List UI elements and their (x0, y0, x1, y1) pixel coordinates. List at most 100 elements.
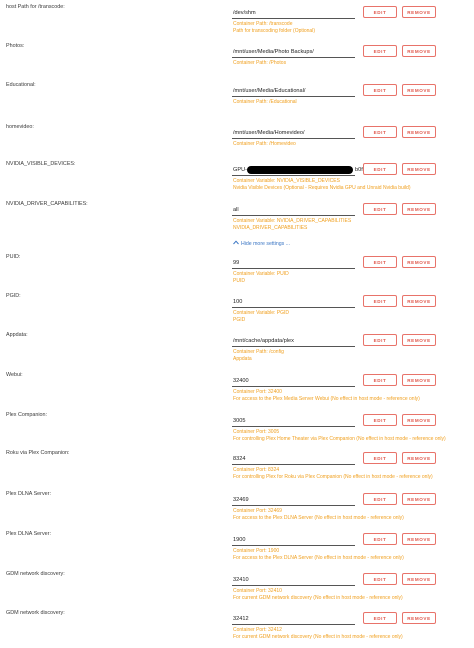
value-underline (232, 505, 355, 506)
remove-button[interactable]: REMOVE (402, 414, 436, 426)
setting-description: NVIDIA_DRIVER_CAPABILITIES (233, 224, 308, 231)
setting-row: Roku via Plex Companion: 8324 EDIT REMOVE Co… (0, 450, 474, 488)
edit-button[interactable]: EDIT (363, 533, 397, 545)
setting-row: Plex DLNA Server: 32469 EDIT REMOVE Containe… (0, 491, 474, 529)
setting-description: Nvidia Visible Devices (Optional - Requi… (233, 184, 411, 191)
hide-more-settings-link[interactable]: Hide more settings ... (233, 240, 290, 247)
value-underline (232, 624, 355, 625)
remove-button[interactable]: REMOVE (402, 84, 436, 96)
setting-row: GDM network discovery: 32412 EDIT REMOVE Con… (0, 610, 474, 648)
remove-button[interactable]: REMOVE (402, 374, 436, 386)
setting-description: Appdata (233, 355, 252, 362)
value-underline (232, 545, 355, 546)
setting-description: Path for transcoding folder (Optional) (233, 27, 315, 34)
setting-value-field[interactable]: all (233, 207, 239, 213)
setting-value-field[interactable]: /dev/shm (233, 10, 256, 16)
setting-label: NVIDIA_DRIVER_CAPABILITIES: (6, 201, 88, 207)
edit-button[interactable]: EDIT (363, 612, 397, 624)
edit-button[interactable]: EDIT (363, 493, 397, 505)
setting-value-field[interactable]: /mnt/user/Media/Homevideo/ (233, 130, 305, 136)
setting-value-field[interactable]: 32410 (233, 577, 249, 583)
edit-button[interactable]: EDIT (363, 6, 397, 18)
remove-button[interactable]: REMOVE (402, 612, 436, 624)
setting-row: homevideo: /mnt/user/Media/Homevideo/EDIT… (0, 124, 474, 162)
edit-button[interactable]: EDIT (363, 414, 397, 426)
edit-button[interactable]: EDIT (363, 295, 397, 307)
setting-value-field[interactable]: 32469 (233, 497, 249, 503)
setting-row: GDM network discovery: 32410 EDIT REMOVE Con… (0, 571, 474, 609)
setting-value-field[interactable]: 100 (233, 299, 242, 305)
value-underline (232, 138, 355, 139)
setting-row: NVIDIA_DRIVER_CAPABILITIES:all EDIT REMOVE… (0, 201, 474, 239)
remove-button[interactable]: REMOVE (402, 493, 436, 505)
edit-button[interactable]: EDIT (363, 203, 397, 215)
setting-value-field[interactable]: /mnt/cache/appdata/plex (233, 338, 294, 344)
setting-description: Container Path: /Photos (233, 60, 287, 66)
setting-label: Webui: (6, 372, 23, 378)
setting-value-field[interactable]: GPU- (233, 167, 247, 173)
remove-button[interactable]: REMOVE (402, 573, 436, 585)
setting-row: Photos: /mnt/user/Media/Photo Backups/EDI… (0, 43, 474, 81)
setting-label: Plex DLNA Server: (6, 531, 51, 537)
edit-button[interactable]: EDIT (363, 45, 397, 57)
remove-button[interactable]: REMOVE (402, 6, 436, 18)
edit-button[interactable]: EDIT (363, 84, 397, 96)
edit-button[interactable]: EDIT (363, 573, 397, 585)
edit-button[interactable]: EDIT (363, 163, 397, 175)
edit-button[interactable]: EDIT (363, 334, 397, 346)
value-underline (232, 426, 355, 427)
setting-label: host Path for /transcode: (6, 4, 65, 10)
setting-row: Webui: 32400 EDIT REMOVE Container Port: 324… (0, 372, 474, 410)
setting-label: PUID: (6, 254, 21, 260)
setting-label: Roku via Plex Companion: (6, 450, 70, 456)
edit-button[interactable]: EDIT (363, 256, 397, 268)
redacted-value-mark (247, 166, 353, 174)
setting-description: For current GDM network discovery (No ef… (233, 633, 403, 640)
setting-value-field[interactable]: 1900 (233, 537, 245, 543)
setting-value-field[interactable]: /mnt/user/Media/Educational/ (233, 88, 305, 94)
setting-description: PUID (233, 277, 245, 284)
remove-button[interactable]: REMOVE (402, 45, 436, 57)
setting-row: Plex Companion: 3005 EDIT REMOVE Container P… (0, 412, 474, 450)
setting-label: Educational: (6, 82, 36, 88)
edit-button[interactable]: EDIT (363, 374, 397, 386)
setting-description: PGID (233, 316, 246, 323)
setting-description: For access to the Plex Media Server Webu… (233, 395, 420, 402)
setting-label: GDM network discovery: (6, 610, 65, 616)
remove-button[interactable]: REMOVE (402, 203, 436, 215)
setting-label: NVIDIA_VISIBLE_DEVICES: (6, 161, 76, 167)
setting-label: Photos: (6, 43, 25, 49)
setting-description: For current GDM network discovery (No ef… (233, 594, 403, 601)
setting-value-field[interactable]: 3005 (233, 418, 245, 424)
setting-description: For access to the Plex DLNA Server (No e… (233, 554, 404, 561)
value-underline (232, 386, 355, 387)
edit-button[interactable]: EDIT (363, 126, 397, 138)
remove-button[interactable]: REMOVE (402, 126, 436, 138)
setting-value-field[interactable]: /mnt/user/Media/Photo Backups/ (233, 49, 314, 55)
setting-value-field[interactable]: 32400 (233, 378, 249, 384)
setting-value-field[interactable]: 32412 (233, 616, 249, 622)
value-underline (232, 585, 355, 586)
value-underline (232, 175, 355, 176)
remove-button[interactable]: REMOVE (402, 334, 436, 346)
remove-button[interactable]: REMOVE (402, 452, 436, 464)
chevron-up-icon (233, 240, 239, 247)
remove-button[interactable]: REMOVE (402, 163, 436, 175)
value-underline (232, 346, 355, 347)
setting-label: Plex Companion: (6, 412, 48, 418)
remove-button[interactable]: REMOVE (402, 533, 436, 545)
setting-row: PUID: 99 EDIT REMOVE Container Variable: PUI… (0, 254, 474, 292)
setting-row: PGID: 100 EDIT REMOVE Container Variable: PG… (0, 293, 474, 331)
setting-value-field[interactable]: 8324 (233, 456, 245, 462)
setting-row: Appdata: /mnt/cache/appdata/plex EDIT REMOV… (0, 332, 474, 370)
remove-button[interactable]: REMOVE (402, 295, 436, 307)
setting-description: For controlling Plex Home Theater via Pl… (233, 435, 446, 442)
edit-button[interactable]: EDIT (363, 452, 397, 464)
value-underline (232, 57, 355, 58)
setting-value-field[interactable]: 99 (233, 260, 239, 266)
remove-button[interactable]: REMOVE (402, 256, 436, 268)
setting-description: For controlling Plex for Roku via Plex C… (233, 473, 433, 480)
setting-row: NVIDIA_VISIBLE_DEVICES: GPU-b0fe EDIT REMOV… (0, 161, 474, 199)
value-underline (232, 18, 355, 19)
setting-label: GDM network discovery: (6, 571, 65, 577)
